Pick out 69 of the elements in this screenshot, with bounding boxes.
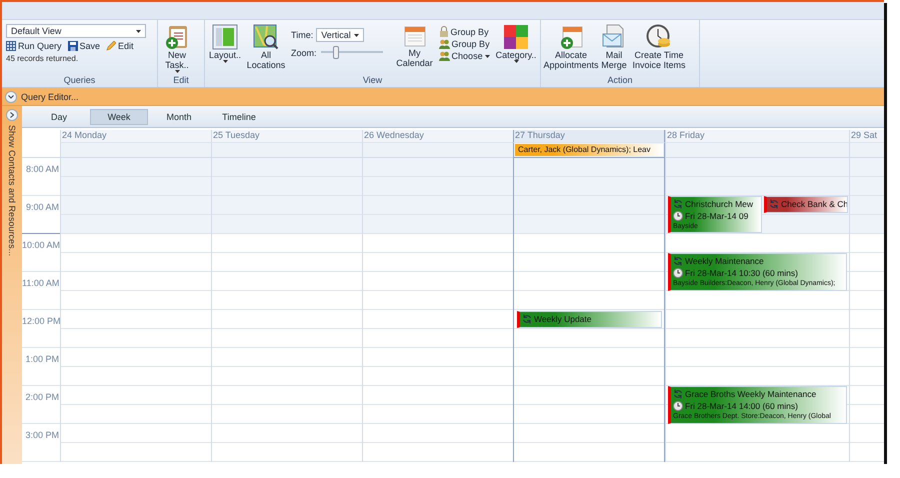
recurrence-icon [673, 389, 683, 399]
appointment[interactable]: Weekly Update [517, 311, 662, 328]
record-count: 45 records returned. [6, 54, 78, 63]
group-label: Queries [62, 74, 96, 87]
recurrence-icon [522, 314, 532, 324]
chevron-down-icon [8, 94, 14, 98]
side-panel-label[interactable]: Show Contacts and Resources... [7, 125, 17, 256]
caret-icon [514, 60, 518, 63]
all-day-cell [849, 143, 884, 158]
layout-panel-icon [212, 24, 238, 50]
zoom-label: Zoom: [291, 48, 317, 58]
recurrence-icon [769, 199, 779, 209]
expand-button[interactable] [5, 90, 17, 102]
group-by-button[interactable]: Group By [438, 26, 490, 37]
time-dropdown[interactable]: Vertical [316, 28, 364, 42]
map-search-icon [253, 24, 280, 50]
all-locations-button[interactable]: All Locations [247, 24, 286, 70]
pencil-icon [106, 41, 116, 51]
caret-icon [222, 60, 228, 63]
caret-icon [354, 34, 360, 36]
caret-icon [136, 30, 141, 32]
group-by-button[interactable]: Group By [438, 39, 490, 49]
grid-icon [6, 41, 16, 51]
chevron-right-icon [10, 112, 14, 118]
day-header: 27 Thursday [513, 130, 665, 143]
people-icon [438, 39, 450, 49]
view-dropdown[interactable]: Default View [6, 24, 146, 38]
day-header: 29 Sat [849, 130, 884, 143]
people-icon [438, 51, 450, 61]
query-editor-label[interactable]: Query Editor... [21, 92, 79, 102]
recurrence-icon [673, 256, 683, 266]
day-header: 28 Friday [665, 130, 849, 143]
group-label: Action [606, 74, 634, 87]
day-header: 24 Monday [60, 130, 211, 143]
clock-coins-icon [646, 24, 672, 50]
group-label: Edit [172, 74, 190, 87]
category-button[interactable]: Category.. [496, 24, 536, 63]
view-tab[interactable]: Month [150, 108, 208, 124]
expand-button[interactable] [6, 109, 18, 121]
view-tab[interactable]: Day [30, 108, 88, 124]
padlock-icon [438, 26, 449, 37]
calendar-icon [402, 24, 427, 48]
mail-button[interactable]: Mail Merge [601, 24, 627, 70]
layout-button[interactable]: Layout.. [209, 24, 242, 63]
all-day-event[interactable]: Carter, Jack (Global Dynamics); Leav [515, 144, 663, 156]
invoice-button[interactable]: Create Time Invoice Items [631, 24, 687, 70]
clock-icon [673, 211, 683, 221]
my-calendar-button[interactable]: My Calendar [396, 24, 433, 68]
time-label: Time: [291, 30, 314, 40]
save-query-button[interactable]: Save [68, 41, 100, 51]
clock-icon [673, 268, 683, 278]
day-header: 25 Tuesday [211, 130, 362, 143]
slider-thumb[interactable] [333, 46, 340, 59]
choose-button[interactable]: Choose [438, 51, 490, 61]
day-header: 26 Wednesday [362, 130, 513, 143]
caret-icon [484, 54, 490, 58]
new-task-button[interactable]: New Task.. [162, 24, 192, 73]
color-grid-icon [503, 24, 529, 50]
view-tab[interactable]: Timeline [210, 108, 268, 124]
run-query-button[interactable]: Run Query [6, 41, 62, 51]
clock-icon [673, 401, 683, 411]
recurrence-icon [673, 199, 683, 209]
calendar-add-icon [558, 24, 584, 50]
group-label: View [362, 74, 384, 87]
allocate-button[interactable]: Allocate Appointments [545, 24, 597, 70]
view-tab[interactable]: Week [90, 108, 148, 124]
clipboard-add-icon [164, 24, 190, 50]
edit-query-button[interactable]: Edit [106, 41, 134, 51]
caret-icon [174, 70, 180, 73]
